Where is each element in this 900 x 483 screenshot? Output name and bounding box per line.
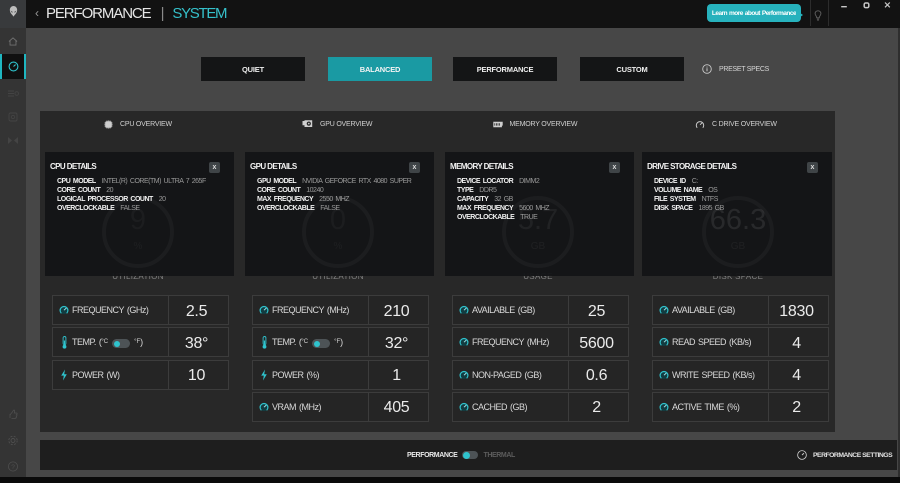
svg-text:?: ? [11,464,15,471]
